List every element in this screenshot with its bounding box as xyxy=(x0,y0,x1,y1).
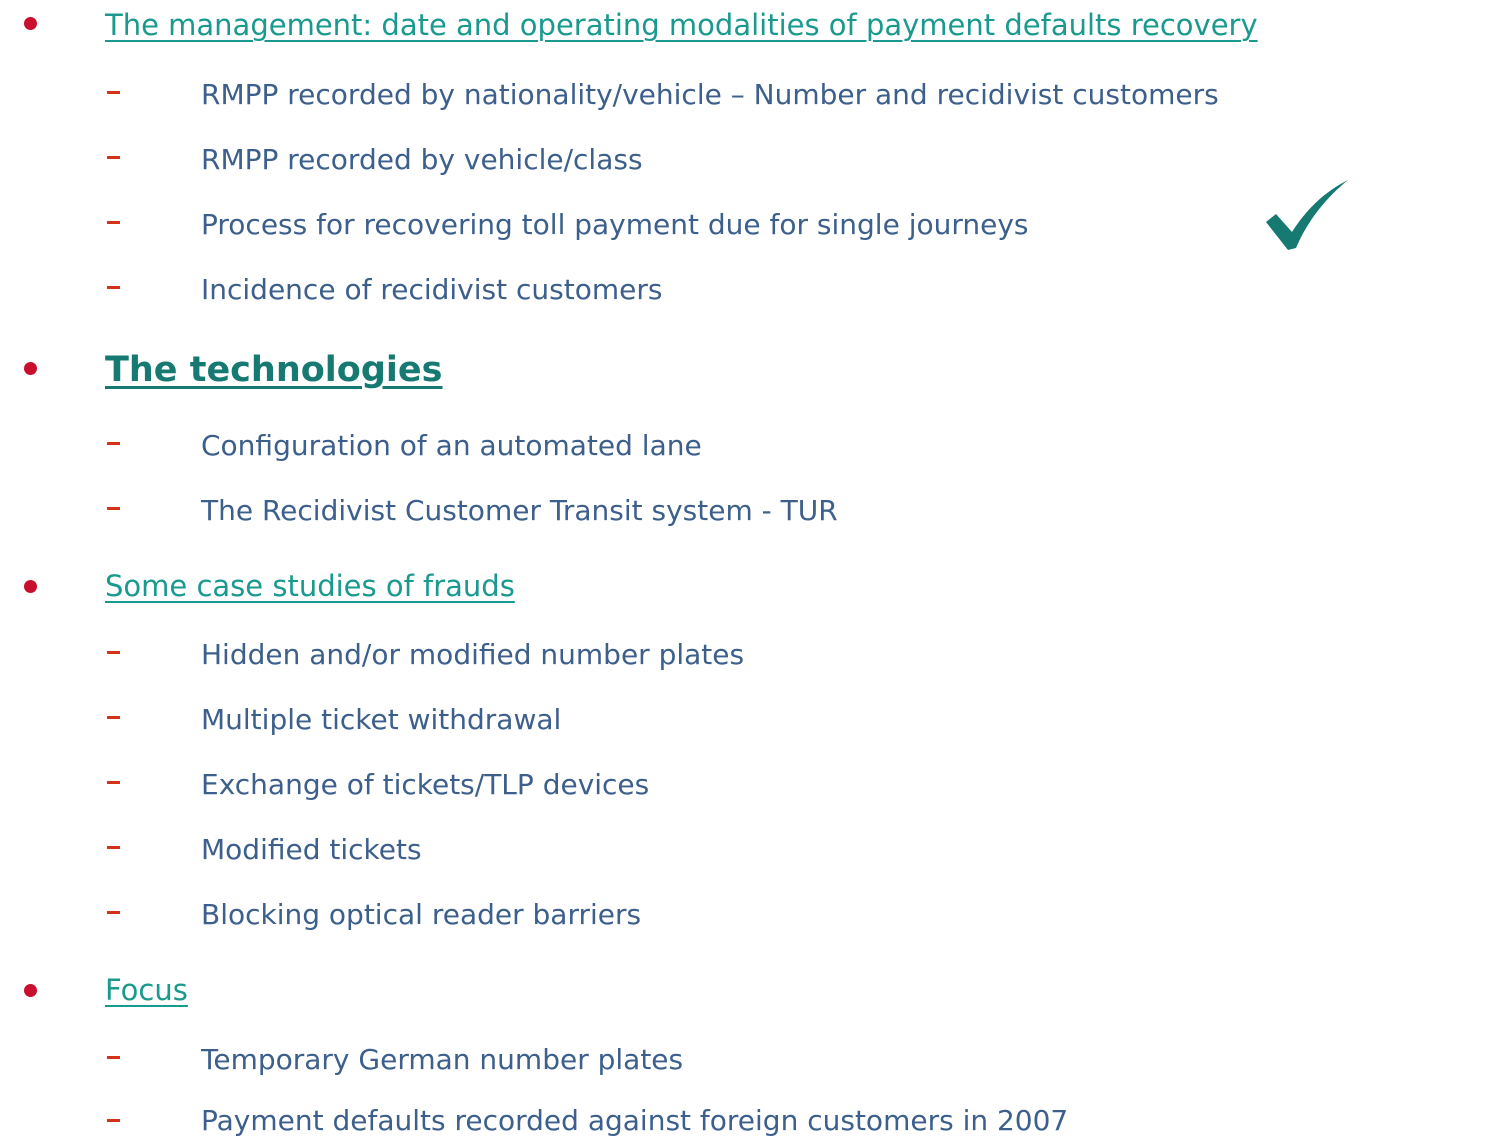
section-heading-case-studies[interactable]: Some case studies of frauds xyxy=(105,566,515,606)
dash-marker xyxy=(107,846,120,849)
list-item: Modified tickets xyxy=(201,833,422,866)
list-item: Process for recovering toll payment due … xyxy=(201,208,1029,241)
dash-marker xyxy=(107,781,120,784)
list-item: Temporary German number plates xyxy=(201,1043,684,1076)
dash-marker xyxy=(107,911,120,914)
bullet-dot xyxy=(24,17,37,30)
section-heading-technologies[interactable]: The technologies xyxy=(105,347,442,393)
dash-marker xyxy=(107,156,120,159)
bullet-dot xyxy=(24,984,37,997)
dash-marker xyxy=(107,1056,120,1059)
list-item: Hidden and/or modified number plates xyxy=(201,638,745,671)
list-item: RMPP recorded by vehicle/class xyxy=(201,143,643,176)
bullet-dot xyxy=(24,580,37,593)
dash-marker xyxy=(107,286,120,289)
section-heading-management[interactable]: The management: date and operating modal… xyxy=(105,5,1258,45)
list-item: Incidence of recidivist customers xyxy=(201,273,663,306)
list-item: Blocking optical reader barriers xyxy=(201,898,642,931)
list-item: Configuration of an automated lane xyxy=(201,429,702,462)
list-item: RMPP recorded by nationality/vehicle – N… xyxy=(201,78,1219,111)
dash-marker xyxy=(107,507,120,510)
list-item: The Recidivist Customer Transit system -… xyxy=(201,494,838,527)
dash-marker xyxy=(107,221,120,224)
dash-marker xyxy=(107,442,120,445)
list-item: Multiple ticket withdrawal xyxy=(201,703,562,736)
bullet-dot xyxy=(24,362,37,375)
dash-marker xyxy=(107,716,120,719)
list-item: Exchange of tickets/TLP devices xyxy=(201,768,650,801)
dash-marker xyxy=(107,1119,120,1122)
dash-marker xyxy=(107,91,120,94)
list-item: Payment defaults recorded against foreig… xyxy=(201,1104,1069,1137)
checkmark-icon xyxy=(1266,180,1348,250)
dash-marker xyxy=(107,651,120,654)
section-heading-focus[interactable]: Focus xyxy=(105,970,188,1010)
